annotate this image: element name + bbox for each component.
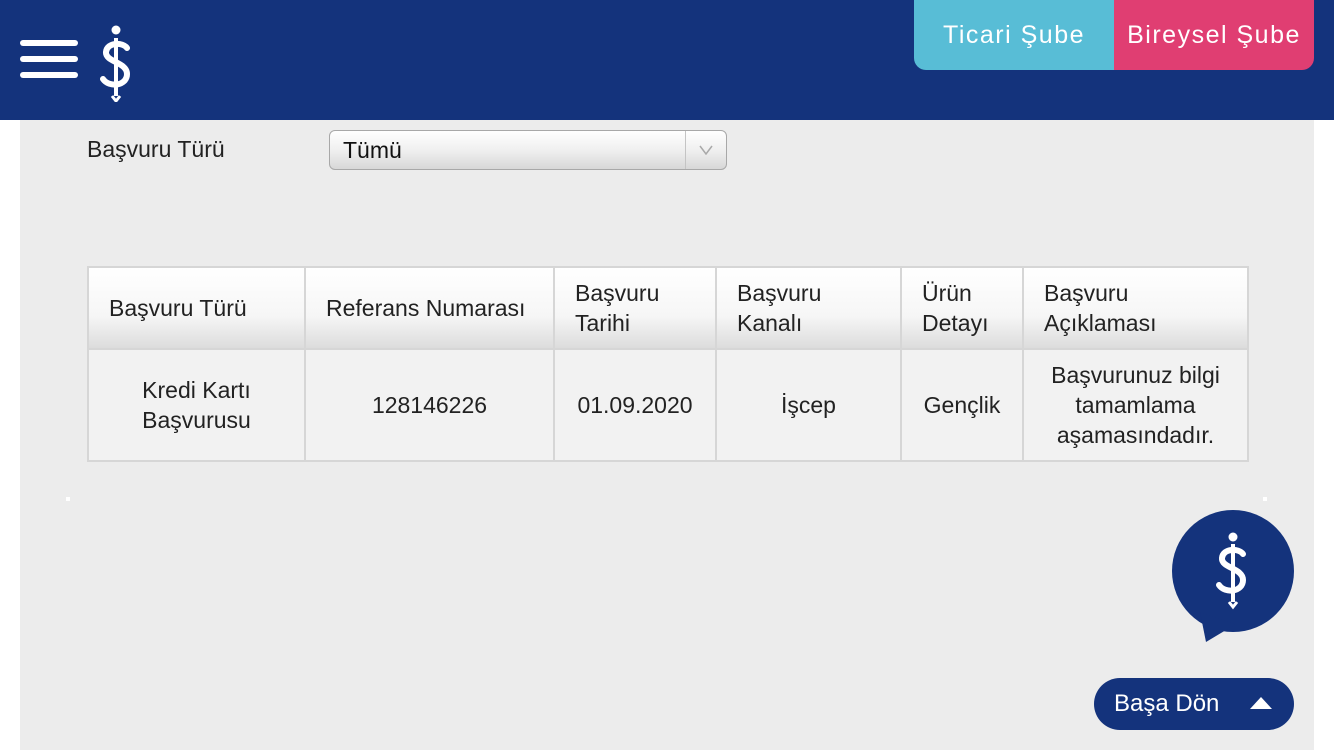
column-header-application-date: Başvuru Tarihi <box>553 266 717 350</box>
cell-reference-number: 128146226 <box>304 348 555 462</box>
application-type-select[interactable]: Tümü <box>329 130 727 170</box>
isbank-logo-icon[interactable] <box>96 24 136 102</box>
table-row: Kredi Kartı Başvurusu 128146226 01.09.20… <box>87 348 1249 462</box>
isbank-chat-bubble-icon[interactable] <box>1170 508 1296 644</box>
applications-table: Başvuru Türü Referans Numarası Başvuru T… <box>87 266 1249 462</box>
cell-application-type: Kredi Kartı Başvurusu <box>87 348 306 462</box>
column-header-application-type: Başvuru Türü <box>87 266 306 350</box>
cell-application-date: 01.09.2020 <box>553 348 717 462</box>
arrow-up-icon <box>1250 697 1272 709</box>
chevron-down-icon[interactable] <box>685 131 726 169</box>
tab-ticari-sube[interactable]: Ticari Şube <box>914 0 1114 70</box>
cell-application-channel: İşcep <box>715 348 902 462</box>
cell-application-description: Başvurunuz bilgi tamamlama aşamasındadır… <box>1022 348 1249 462</box>
panel-corner-left <box>66 497 70 501</box>
cell-product-detail: Gençlik <box>900 348 1024 462</box>
column-header-reference-number: Referans Numarası <box>304 266 555 350</box>
panel-corner-right <box>1263 497 1267 501</box>
top-header: Ticari Şube Bireysel Şube <box>0 0 1334 120</box>
column-header-application-channel: Başvuru Kanalı <box>715 266 902 350</box>
hamburger-menu-icon[interactable] <box>20 40 78 80</box>
back-to-top-button[interactable]: Başa Dön <box>1094 678 1294 730</box>
select-value: Tümü <box>343 137 402 163</box>
table-header-row: Başvuru Türü Referans Numarası Başvuru T… <box>87 266 1249 350</box>
tab-bireysel-sube[interactable]: Bireysel Şube <box>1114 0 1314 70</box>
column-header-product-detail: Ürün Detayı <box>900 266 1024 350</box>
application-type-label: Başvuru Türü <box>87 136 225 162</box>
column-header-application-description: Başvuru Açıklaması <box>1022 266 1249 350</box>
back-to-top-label: Başa Dön <box>1114 690 1220 717</box>
